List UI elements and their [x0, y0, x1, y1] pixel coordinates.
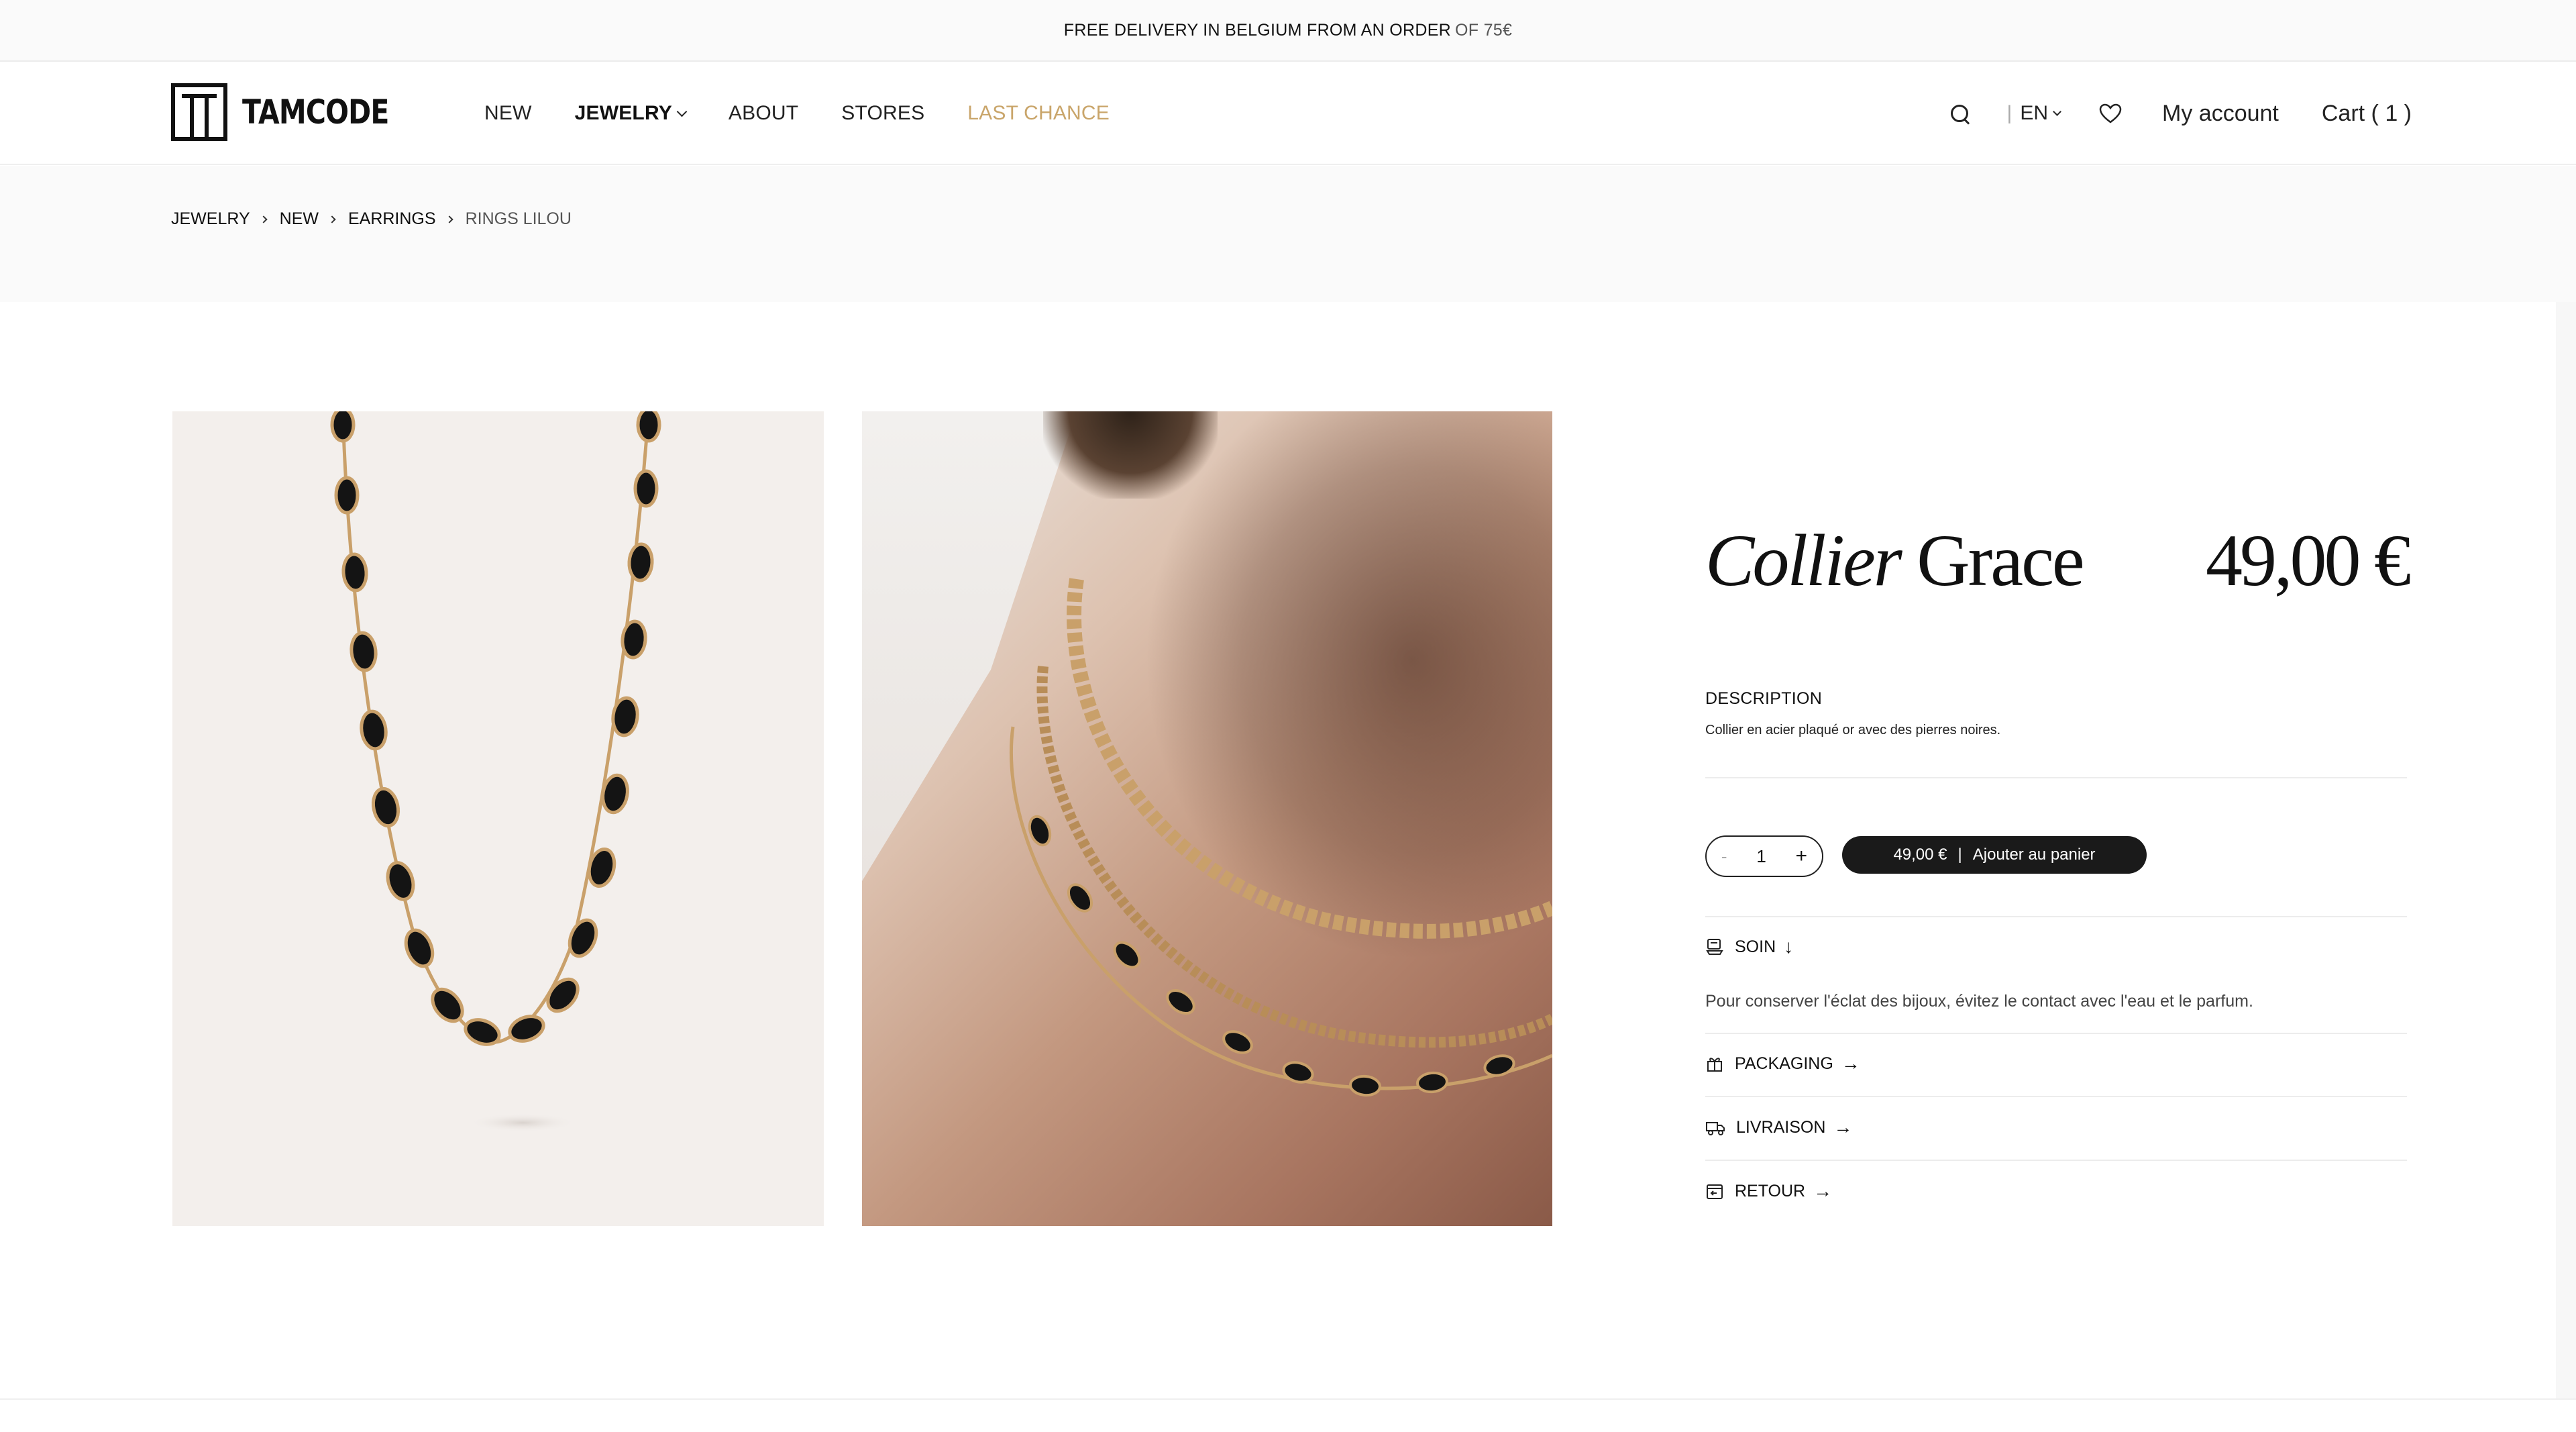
product-title: Collier Grace: [1705, 518, 2085, 603]
breadcrumb-new[interactable]: NEW: [280, 209, 319, 229]
breadcrumb-jewelry[interactable]: JEWELRY: [171, 209, 250, 229]
product-price: 49,00 €: [2206, 519, 2411, 601]
accordion-livraison[interactable]: LIVRAISON →: [1705, 1117, 1852, 1138]
arrow-right-icon: →: [1833, 1117, 1853, 1137]
arrow-down-icon: ↓: [1784, 936, 1794, 957]
divider: [1705, 1160, 2407, 1161]
wishlist-heart-icon[interactable]: [2099, 103, 2122, 123]
language-divider: |: [2006, 102, 2012, 124]
nav-item-jewelry-label: JEWELRY: [574, 102, 672, 124]
accordion-soin[interactable]: SOIN ↓: [1705, 936, 1793, 958]
search-icon[interactable]: [1948, 102, 1971, 125]
product-image-worn[interactable]: [862, 411, 1552, 1226]
chevron-down-icon: [676, 106, 688, 117]
arrow-right-icon: →: [1813, 1180, 1833, 1201]
my-account-link[interactable]: My account: [2162, 101, 2279, 127]
divider: [1705, 1096, 2407, 1097]
brand-logo[interactable]: TAMCODE: [171, 82, 421, 142]
chevron-down-icon: [2053, 107, 2061, 116]
cart-link[interactable]: Cart ( 1 ): [2322, 101, 2412, 127]
arrow-right-icon: →: [1841, 1053, 1860, 1074]
add-to-cart-separator: |: [1957, 846, 1962, 864]
divider: [1705, 916, 2407, 917]
quantity-decrease-button[interactable]: -: [1721, 846, 1727, 867]
accordion-packaging-label: PACKAGING: [1735, 1054, 1833, 1073]
chevron-right-icon: [259, 215, 268, 223]
chevron-right-icon: [445, 215, 453, 223]
breadcrumb-band: JEWELRY NEW EARRINGS RINGS LILOU: [0, 166, 2576, 302]
right-scroll-strip: [2556, 302, 2576, 1399]
add-to-cart-button[interactable]: 49,00 € | Ajouter au panier: [1842, 836, 2147, 874]
accordion-packaging[interactable]: PACKAGING →: [1705, 1053, 1860, 1074]
nav-item-stores[interactable]: STORES: [841, 102, 924, 125]
brand-name: TAMCODE: [242, 93, 389, 132]
divider: [1705, 777, 2407, 778]
announcement-bar: FREE DELIVERY IN BELGIUM FROM AN ORDER O…: [0, 0, 2576, 62]
quantity-value[interactable]: 1: [1756, 846, 1766, 867]
accordion-livraison-label: LIVRAISON: [1736, 1117, 1826, 1137]
breadcrumb-earrings[interactable]: EARRINGS: [348, 209, 436, 229]
main-nav: NEW JEWELRY ABOUT STORES LAST CHANCE: [484, 62, 1152, 165]
site-header: TAMCODE NEW JEWELRY ABOUT STORES LAST CH…: [0, 62, 2576, 165]
nav-item-about[interactable]: ABOUT: [729, 102, 798, 125]
logo-mark-icon: [171, 83, 227, 141]
delivery-truck-icon: [1706, 1122, 1725, 1135]
return-box-icon: [1707, 1184, 1723, 1199]
product-title-rest: Grace: [1917, 519, 2085, 601]
chevron-right-icon: [328, 215, 336, 223]
accordion-soin-label: SOIN: [1735, 937, 1776, 956]
language-code: EN: [2020, 102, 2049, 124]
description-label: DESCRIPTION: [1705, 689, 1823, 708]
add-to-cart-price: 49,00 €: [1893, 846, 1947, 864]
gift-icon: [1707, 1058, 1722, 1072]
header-actions: | EN My account Cart ( 1 ): [1948, 62, 2412, 165]
nav-item-jewelry[interactable]: JEWELRY: [574, 102, 688, 125]
quantity-increase-button[interactable]: +: [1796, 845, 1808, 868]
divider: [1705, 1033, 2407, 1034]
add-to-cart-label: Ajouter au panier: [1972, 846, 2096, 864]
accordion-soin-text: Pour conserver l'éclat des bijoux, évite…: [1705, 992, 2253, 1011]
description-text: Collier en acier plaqué or avec des pier…: [1705, 723, 2001, 737]
breadcrumb: JEWELRY NEW EARRINGS RINGS LILOU: [171, 209, 572, 229]
product-title-italic: Collier: [1705, 519, 1902, 601]
product-image-necklace[interactable]: [172, 411, 824, 1226]
language-selector[interactable]: | EN: [2006, 102, 2061, 125]
accordion-retour-label: RETOUR: [1735, 1181, 1806, 1200]
announcement-text: FREE DELIVERY IN BELGIUM FROM AN ORDER: [1063, 20, 1452, 40]
care-icon: [1706, 939, 1723, 955]
nav-item-new[interactable]: NEW: [484, 102, 532, 125]
nav-item-last-chance[interactable]: LAST CHANCE: [967, 102, 1110, 125]
breadcrumb-current: RINGS LILOU: [465, 209, 572, 228]
quantity-stepper: - 1 +: [1705, 835, 1823, 877]
announcement-suffix: OF 75€: [1455, 20, 1513, 40]
footer-divider: [0, 1398, 2576, 1400]
accordion-retour[interactable]: RETOUR →: [1705, 1180, 1832, 1202]
